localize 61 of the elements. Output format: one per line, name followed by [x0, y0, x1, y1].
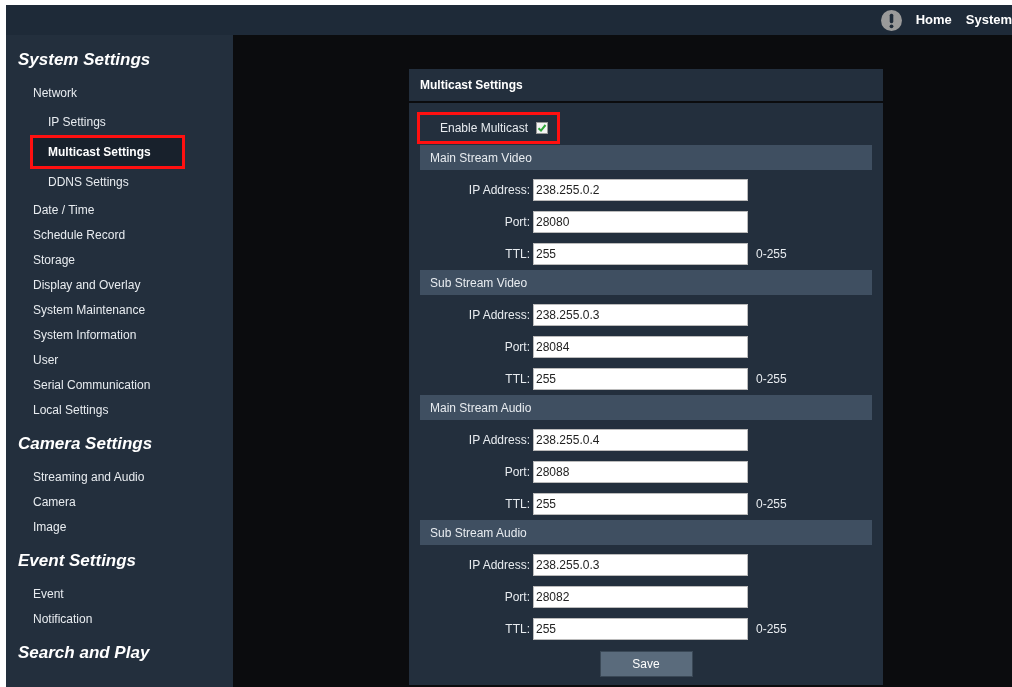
field-label: IP Address:	[467, 557, 531, 574]
section-title: Event Settings	[18, 550, 138, 572]
sidebar-item[interactable]: Network	[18, 81, 85, 106]
panel-title: Multicast Settings	[409, 69, 883, 103]
sidebar-item[interactable]: Image	[18, 515, 75, 540]
field-label: Port:	[503, 464, 531, 481]
field-label: TTL:	[504, 621, 531, 638]
range-hint: 0-255	[756, 246, 787, 263]
group-header: Sub Stream Audio	[420, 520, 872, 545]
sidebar-item[interactable]: Schedule Record	[18, 223, 134, 248]
alert-icon[interactable]	[880, 9, 902, 31]
field-label: Port:	[503, 339, 531, 356]
sidebar-item[interactable]: Notification	[18, 607, 101, 632]
input-field[interactable]: 238.255.0.3	[533, 554, 748, 576]
field-label: IP Address:	[467, 182, 531, 199]
input-field[interactable]: 255	[533, 243, 748, 265]
sidebar-item[interactable]: DDNS Settings	[33, 168, 160, 196]
section-title: System Settings	[18, 49, 152, 71]
field-label: TTL:	[504, 371, 531, 388]
sidebar-item[interactable]: Streaming and Audio	[18, 465, 153, 490]
input-field[interactable]: 28088	[533, 461, 748, 483]
sidebar-item[interactable]: Multicast Settings	[33, 138, 182, 166]
sidebar-item[interactable]: IP Settings	[33, 108, 137, 136]
field-label: IP Address:	[467, 432, 531, 449]
input-field[interactable]: 255	[533, 618, 748, 640]
input-field[interactable]: 28082	[533, 586, 748, 608]
input-field[interactable]: 238.255.0.2	[533, 179, 748, 201]
group-header: Sub Stream Video	[420, 270, 872, 295]
field-label: TTL:	[504, 496, 531, 513]
field-label: Port:	[503, 214, 531, 231]
input-field[interactable]: 28084	[533, 336, 748, 358]
section-title: Search and Play	[18, 642, 151, 664]
sidebar-item[interactable]: Storage	[18, 248, 84, 273]
sidebar-item[interactable]: Date / Time	[18, 198, 103, 223]
sidebar-item[interactable]: Event	[18, 582, 72, 607]
input-field[interactable]: 238.255.0.4	[533, 429, 748, 451]
sidebar-item[interactable]: Serial Communication	[18, 373, 159, 398]
section-title: Camera Settings	[18, 433, 154, 455]
sidebar-item[interactable]: Local Settings	[18, 398, 117, 423]
input-field[interactable]: 255	[533, 493, 748, 515]
group-header: Main Stream Video	[420, 145, 872, 170]
range-hint: 0-255	[756, 496, 787, 513]
sidebar-item[interactable]: System Maintenance	[18, 298, 154, 323]
group-header: Main Stream Audio	[420, 395, 872, 420]
field-label: TTL:	[504, 246, 531, 263]
sidebar-item[interactable]: System Information	[18, 323, 145, 348]
input-field[interactable]: 255	[533, 368, 748, 390]
field-label: Port:	[503, 589, 531, 606]
save-button[interactable]: Save	[599, 651, 693, 677]
field-label: IP Address:	[467, 307, 531, 324]
nav-link[interactable]: System	[965, 10, 1012, 30]
checkbox-label: Enable Multicast	[440, 120, 529, 137]
sidebar-item[interactable]: Camera	[18, 490, 84, 515]
input-field[interactable]: 28080	[533, 211, 748, 233]
range-hint: 0-255	[756, 621, 787, 638]
input-field[interactable]: 238.255.0.3	[533, 304, 748, 326]
range-hint: 0-255	[756, 371, 787, 388]
nav-link[interactable]: Home	[915, 10, 952, 30]
sidebar-item[interactable]: User	[18, 348, 67, 373]
sidebar-item[interactable]: Display and Overlay	[18, 273, 149, 298]
checkbox[interactable]	[536, 122, 549, 134]
